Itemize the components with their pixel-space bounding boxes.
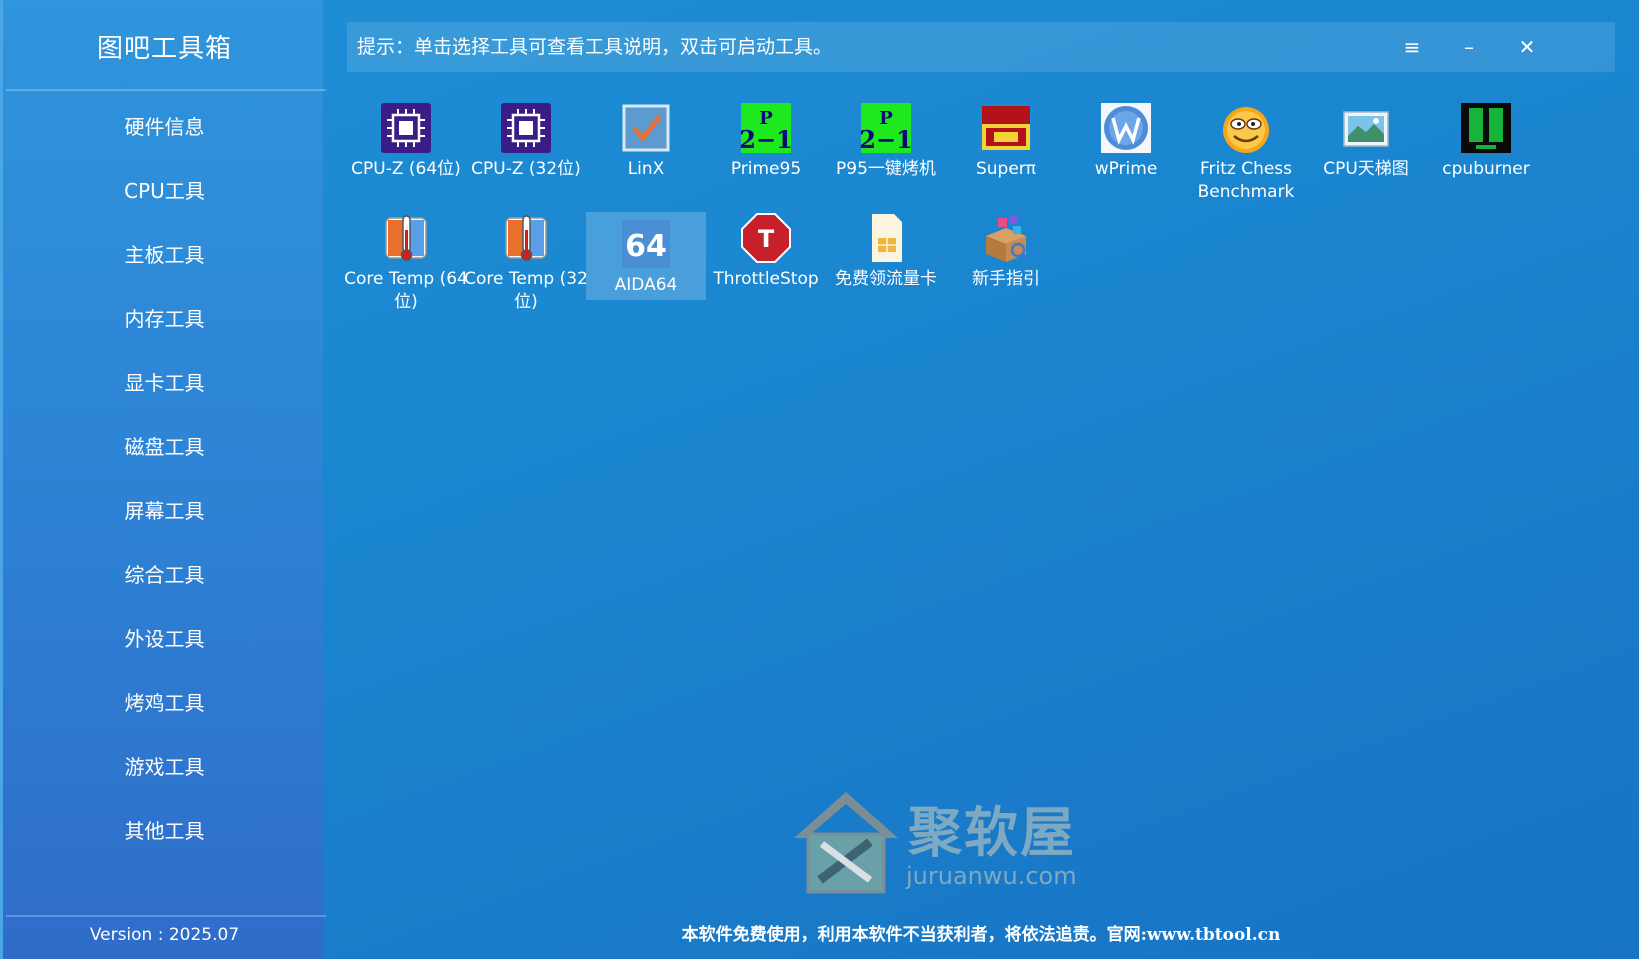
menu-icon: ≡ bbox=[1403, 35, 1421, 59]
tool-coretemp-32[interactable]: Core Temp (32位) bbox=[464, 206, 588, 322]
aida64-icon: 64 bbox=[622, 220, 670, 268]
landscape-icon bbox=[1343, 111, 1389, 147]
sidebar-item-game-tools[interactable]: 游戏工具 bbox=[3, 735, 326, 799]
smiley-icon bbox=[1223, 107, 1269, 153]
close-button[interactable]: ✕ bbox=[1507, 22, 1547, 72]
tool-label: Prime95 bbox=[730, 159, 802, 179]
sidebar-item-cpu-tools[interactable]: CPU工具 bbox=[3, 159, 326, 223]
sidebar-item-screen-tools[interactable]: 屏幕工具 bbox=[3, 479, 326, 543]
tool-cpuz-64[interactable]: CPU-Z (64位) bbox=[346, 96, 466, 212]
tool-free-sim-card[interactable]: 免费领流量卡 bbox=[826, 206, 946, 322]
tool-label: Core Temp (64位) bbox=[344, 269, 468, 312]
tool-label: Core Temp (32位) bbox=[464, 269, 588, 312]
thermometer-icon bbox=[385, 215, 427, 261]
minimize-icon: – bbox=[1464, 35, 1474, 59]
tool-label: P95一键烤机 bbox=[836, 159, 936, 179]
tool-label: Fritz Chess Benchmark bbox=[1197, 159, 1295, 202]
sidebar-item-disk-tools[interactable]: 磁盘工具 bbox=[3, 415, 326, 479]
tool-label: AIDA64 bbox=[614, 275, 678, 295]
package-icon bbox=[986, 215, 1029, 262]
app-window: 图吧工具箱 硬件信息 CPU工具 主板工具 内存工具 显卡工具 磁盘工具 屏幕工… bbox=[0, 0, 1639, 959]
superpi-icon bbox=[982, 106, 1030, 150]
sidebar-nav: 硬件信息 CPU工具 主板工具 内存工具 显卡工具 磁盘工具 屏幕工具 综合工具… bbox=[3, 95, 326, 863]
tool-label: LinX bbox=[627, 159, 665, 179]
checkbox-icon bbox=[622, 104, 670, 152]
divider bbox=[6, 915, 326, 917]
sim-card-icon bbox=[872, 214, 902, 262]
cpu-chip-icon bbox=[381, 103, 431, 153]
tool-label: wPrime bbox=[1094, 159, 1158, 179]
thermometer-icon bbox=[505, 215, 547, 261]
tool-linx[interactable]: LinX bbox=[586, 96, 706, 212]
sidebar-item-peripheral-tools[interactable]: 外设工具 bbox=[3, 607, 326, 671]
tool-label: 新手指引 bbox=[972, 269, 1040, 289]
watermark: 聚软屋 juruanwu.com bbox=[790, 788, 1090, 898]
tool-label: CPU-Z (64位) bbox=[351, 159, 461, 179]
sidebar: 图吧工具箱 硬件信息 CPU工具 主板工具 内存工具 显卡工具 磁盘工具 屏幕工… bbox=[0, 0, 326, 959]
sidebar-item-hardware-info[interactable]: 硬件信息 bbox=[3, 95, 326, 159]
sidebar-item-motherboard-tools[interactable]: 主板工具 bbox=[3, 223, 326, 287]
footer-notice: 本软件免费使用，利用本软件不当获利者，将依法追责。官网:www.tbtool.c… bbox=[681, 925, 1281, 945]
tool-superpi[interactable]: Superπ bbox=[946, 96, 1066, 212]
tool-label: ThrottleStop bbox=[713, 269, 819, 289]
wprime-icon bbox=[1101, 103, 1151, 153]
watermark-url: juruanwu.com bbox=[906, 862, 1077, 890]
tool-aida64[interactable]: 64 AIDA64 bbox=[586, 212, 706, 300]
watermark-name: 聚软屋 bbox=[908, 800, 1076, 864]
tool-p95-oneclick[interactable]: P 2−1 P95一键烤机 bbox=[826, 96, 946, 212]
tool-cpu-ladder[interactable]: CPU天梯图 bbox=[1306, 96, 1426, 212]
svg-text:2−1: 2−1 bbox=[740, 125, 792, 154]
prime-icon: P 2−1 bbox=[740, 103, 792, 154]
throttlestop-icon-text: T bbox=[758, 225, 775, 253]
prime-icon: P 2−1 bbox=[860, 103, 912, 154]
tool-coretemp-64[interactable]: Core Temp (64位) bbox=[344, 206, 468, 322]
cpuburner-icon bbox=[1461, 103, 1511, 153]
sidebar-item-other-tools[interactable]: 其他工具 bbox=[3, 799, 326, 863]
cpu-chip-icon bbox=[501, 103, 551, 153]
divider bbox=[6, 89, 326, 91]
tool-label: 免费领流量卡 bbox=[835, 269, 937, 289]
tool-wprime[interactable]: wPrime bbox=[1066, 96, 1186, 212]
tool-throttlestop[interactable]: T ThrottleStop bbox=[706, 206, 826, 322]
minimize-button[interactable]: – bbox=[1449, 22, 1489, 72]
tool-cpuz-32[interactable]: CPU-Z (32位) bbox=[466, 96, 586, 212]
house-logo-icon bbox=[794, 792, 898, 894]
tool-prime95[interactable]: P 2−1 Prime95 bbox=[706, 96, 826, 212]
tool-label: CPU天梯图 bbox=[1323, 159, 1409, 179]
menu-button[interactable]: ≡ bbox=[1392, 22, 1432, 72]
hint-text: 提示：单击选择工具可查看工具说明，双击可启动工具。 bbox=[357, 36, 833, 58]
hint-bar: 提示：单击选择工具可查看工具说明，双击可启动工具。 ≡ – ✕ bbox=[347, 22, 1615, 72]
sidebar-item-stress-tools[interactable]: 烤鸡工具 bbox=[3, 671, 326, 735]
sidebar-item-general-tools[interactable]: 综合工具 bbox=[3, 543, 326, 607]
svg-text:2−1: 2−1 bbox=[860, 125, 912, 154]
tool-fritz-chess[interactable]: Fritz Chess Benchmark bbox=[1186, 96, 1306, 212]
tool-beginner-guide[interactable]: 新手指引 bbox=[946, 206, 1066, 322]
aida64-icon-text: 64 bbox=[625, 229, 667, 264]
sidebar-item-memory-tools[interactable]: 内存工具 bbox=[3, 287, 326, 351]
app-title: 图吧工具箱 bbox=[96, 34, 232, 64]
close-icon: ✕ bbox=[1518, 35, 1536, 59]
tool-label: cpuburner bbox=[1442, 159, 1530, 179]
tool-cpuburner[interactable]: cpuburner bbox=[1426, 96, 1546, 212]
tool-label: Superπ bbox=[975, 159, 1037, 179]
sidebar-item-gpu-tools[interactable]: 显卡工具 bbox=[3, 351, 326, 415]
stop-sign-icon: T bbox=[741, 213, 791, 263]
tool-label: CPU-Z (32位) bbox=[471, 159, 581, 179]
